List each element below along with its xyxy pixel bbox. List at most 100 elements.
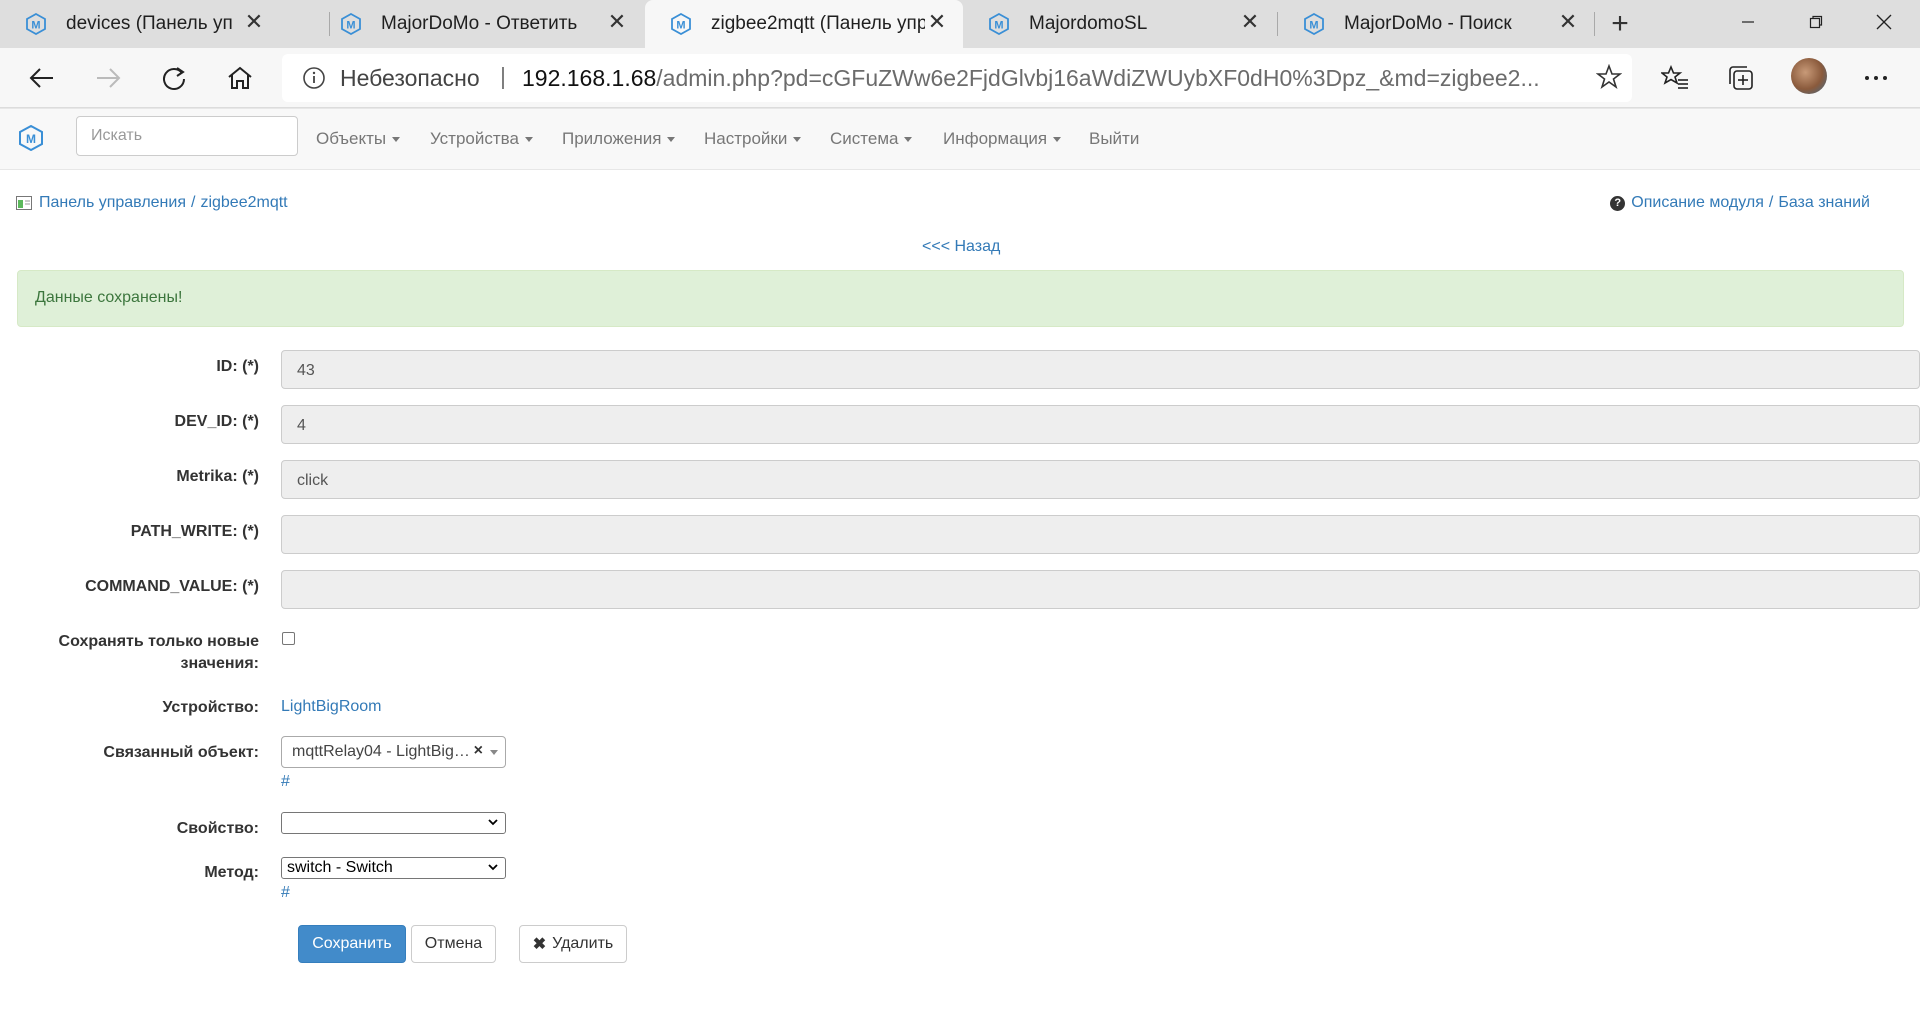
menu-applications[interactable]: Приложения (562, 129, 676, 149)
only-new-values-label: Сохранять только новые значения: (59, 631, 259, 675)
tab-divider (1594, 12, 1595, 36)
dev-id-field[interactable]: 4 (281, 405, 1920, 444)
svg-text:M: M (1309, 20, 1318, 32)
url-path: /admin.php?pd=cGFuZWw6e2FjdGlvbj16aWdiZW… (656, 65, 1540, 91)
caret-down-icon (793, 137, 802, 143)
majordomo-favicon-icon: M (26, 13, 46, 35)
delete-button[interactable]: ✖ Удалить (519, 925, 627, 963)
close-tab-icon[interactable]: ✕ (605, 10, 629, 34)
app-navbar: M Объекты Устройства Приложения Настройк… (0, 108, 1920, 170)
control-panel-icon (16, 196, 32, 210)
menu-label: Приложения (562, 129, 662, 148)
breadcrumb-current-link[interactable]: zigbee2mqtt (200, 194, 287, 212)
back-link[interactable]: <<< Назад (922, 238, 1000, 256)
tab-title: MajorDoMo - Поиск (1344, 13, 1512, 34)
tab-title: devices (Панель управлен (66, 13, 234, 34)
id-field[interactable]: 43 (281, 350, 1920, 389)
knowledge-base-link[interactable]: База знаний (1778, 194, 1870, 212)
more-menu-icon[interactable] (1856, 58, 1896, 98)
menu-settings[interactable]: Настройки (704, 129, 802, 149)
minimize-icon[interactable] (1716, 0, 1780, 44)
majordomo-favicon-icon: M (671, 13, 691, 35)
favorite-star-icon[interactable] (1596, 64, 1622, 90)
breadcrumb-separator: / (190, 194, 196, 211)
favorites-icon[interactable] (1655, 58, 1695, 98)
breadcrumb: Панель управления / zigbee2mqtt (16, 194, 288, 212)
delete-button-label: Удалить (552, 935, 614, 952)
close-tab-icon[interactable]: ✕ (1238, 10, 1262, 34)
only-new-values-label-line2: значения: (180, 655, 259, 672)
profile-avatar[interactable] (1791, 58, 1827, 94)
property-select[interactable] (281, 812, 506, 834)
only-new-values-checkbox[interactable] (282, 632, 295, 645)
browser-toolbar: Небезопасно | 192.168.1.68/admin.php?pd=… (0, 48, 1920, 108)
back-arrow-icon[interactable] (22, 58, 62, 98)
device-link[interactable]: LightBigRoom (281, 698, 382, 716)
close-tab-icon[interactable]: ✕ (242, 10, 266, 34)
menu-label: Устройства (430, 129, 519, 148)
chevron-down-icon (488, 819, 498, 826)
menu-information[interactable]: Информация (943, 129, 1062, 149)
method-hash-link[interactable]: # (281, 884, 290, 902)
menu-label: Объекты (316, 129, 387, 148)
command-value-field[interactable] (281, 570, 1920, 609)
caret-down-icon (667, 137, 676, 143)
collections-icon[interactable] (1721, 58, 1761, 98)
home-icon[interactable] (220, 58, 260, 98)
browser-tab[interactable]: M MajordomoSL ✕ (963, 0, 1276, 48)
address-bar[interactable]: Небезопасно | 192.168.1.68/admin.php?pd=… (282, 54, 1632, 102)
info-icon[interactable] (302, 66, 326, 90)
restore-icon[interactable] (1784, 0, 1848, 44)
browser-tab[interactable]: M MajorDoMo - Ответить ✕ (315, 0, 643, 48)
path-write-label: PATH_WRITE: (*) (130, 523, 259, 540)
clear-selection-icon[interactable]: × (474, 742, 483, 760)
caret-down-icon (524, 137, 533, 143)
remove-icon: ✖ (532, 936, 547, 953)
svg-text:M: M (346, 20, 355, 32)
close-tab-icon[interactable]: ✕ (925, 10, 949, 34)
browser-tab[interactable]: M devices (Панель управлен ✕ (0, 0, 280, 48)
menu-objects[interactable]: Объекты (316, 129, 401, 149)
linked-object-select[interactable]: mqttRelay04 - LightBigRoom × (281, 736, 506, 768)
browser-tab-active[interactable]: M zigbee2mqtt (Панель упра ✕ (645, 0, 963, 48)
linked-object-value: mqttRelay04 - LightBigRoom (292, 743, 472, 760)
save-button[interactable]: Сохранить (298, 925, 406, 963)
search-input[interactable] (76, 116, 298, 156)
new-tab-icon[interactable]: + (1604, 8, 1636, 40)
path-write-field[interactable] (281, 515, 1920, 554)
help-links: ? Описание модуля / База знаний (1610, 194, 1870, 212)
tab-title: MajorDoMo - Ответить (381, 13, 578, 34)
method-select[interactable]: switch - Switch (281, 857, 506, 879)
browser-tab-bar: M devices (Панель управлен ✕ M MajorDoMo… (0, 0, 1920, 48)
menu-system[interactable]: Система (830, 129, 913, 149)
security-status: Небезопасно (340, 65, 480, 91)
forward-arrow-icon (88, 58, 128, 98)
majordomo-favicon-icon: M (341, 13, 361, 35)
majordomo-logo-icon[interactable]: M (18, 125, 44, 151)
svg-text:M: M (26, 132, 36, 146)
caret-down-icon (904, 137, 913, 143)
chevron-down-icon (488, 864, 498, 871)
reload-icon[interactable] (154, 58, 194, 98)
close-window-icon[interactable] (1852, 0, 1916, 44)
cancel-button[interactable]: Отмена (411, 925, 496, 963)
browser-tab[interactable]: M MajorDoMo - Поиск ✕ (1278, 0, 1594, 48)
id-label: ID: (*) (216, 358, 259, 375)
module-description-link[interactable]: Описание модуля (1631, 194, 1764, 212)
dev-id-label: DEV_ID: (*) (174, 413, 259, 430)
dropdown-arrow-icon (490, 750, 498, 755)
metrika-field[interactable]: click (281, 460, 1920, 499)
metrika-label: Metrika: (*) (176, 468, 259, 485)
svg-text:M: M (676, 20, 685, 32)
url-host: 192.168.1.68 (522, 65, 657, 91)
logout-link[interactable]: Выйти (1089, 129, 1139, 149)
url-text: 192.168.1.68/admin.php?pd=cGFuZWw6e2FjdG… (522, 65, 1540, 92)
close-tab-icon[interactable]: ✕ (1556, 10, 1580, 34)
menu-devices[interactable]: Устройства (430, 129, 533, 149)
majordomo-favicon-icon: M (1304, 13, 1324, 35)
url-divider: | (500, 63, 506, 89)
linked-object-hash-link[interactable]: # (281, 773, 290, 791)
menu-label: Система (830, 129, 899, 148)
breadcrumb-root-link[interactable]: Панель управления (39, 194, 186, 212)
property-label: Свойство: (176, 820, 259, 837)
